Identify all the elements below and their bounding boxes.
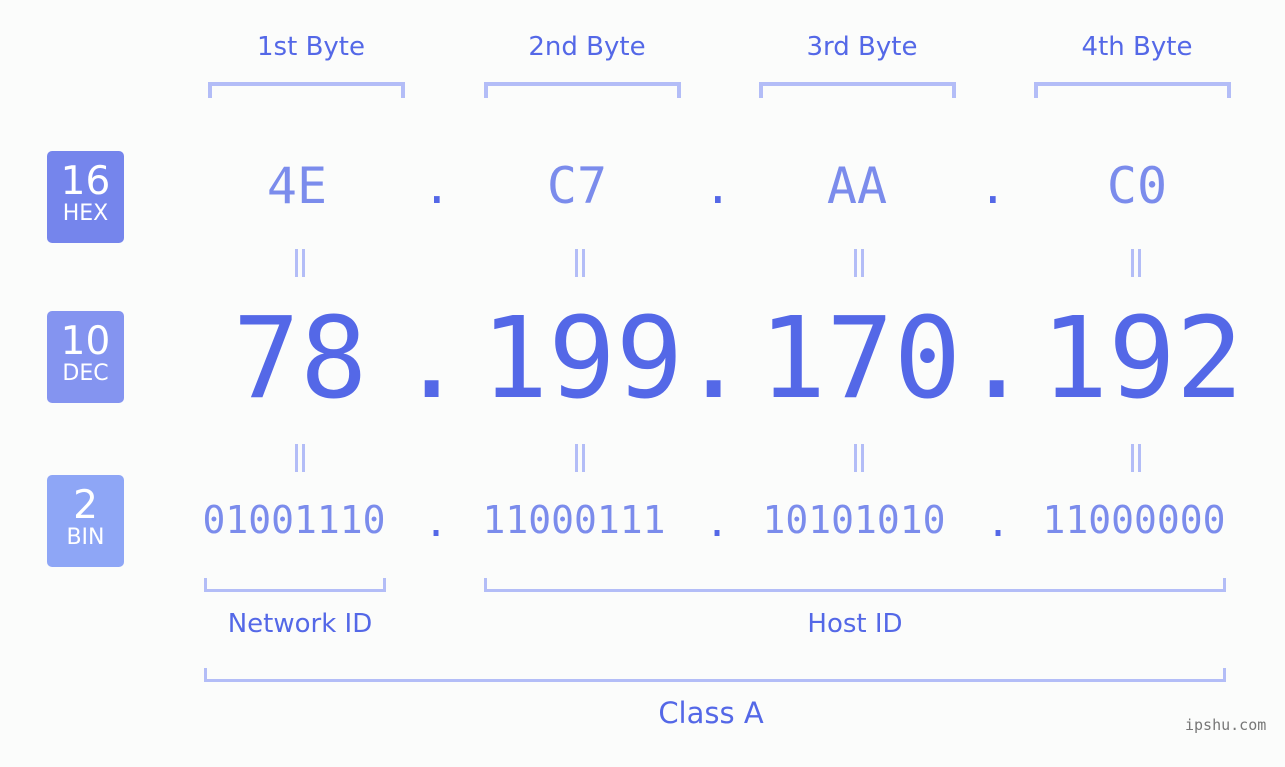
- byte-bracket-4: [1034, 82, 1231, 98]
- byte-bracket-1: [208, 82, 405, 98]
- equals-icon: [839, 441, 879, 481]
- bin-byte-2: 11000111: [482, 498, 666, 542]
- dec-byte-4: 192: [1040, 294, 1244, 424]
- hex-separator-3: .: [979, 160, 1007, 214]
- hex-byte-3: AA: [826, 157, 888, 215]
- dec-badge-base: 10: [60, 319, 111, 364]
- bin-byte-3: 10101010: [762, 498, 946, 542]
- equals-icon: [560, 246, 600, 286]
- host-id-label: Host ID: [807, 609, 903, 639]
- hex-separator-2: .: [704, 160, 732, 214]
- bin-badge-base: 2: [73, 483, 98, 528]
- bin-byte-1: 01001110: [202, 498, 386, 542]
- hex-badge-base: 16: [60, 159, 111, 204]
- equals-icon: [280, 246, 320, 286]
- byte-header-3: 3rd Byte: [806, 32, 918, 62]
- watermark: ipshu.com: [1185, 716, 1267, 734]
- byte-bracket-3: [759, 82, 956, 98]
- class-bracket: [204, 668, 1226, 682]
- hex-badge: 16 HEX: [47, 151, 124, 243]
- equals-icon: [1116, 246, 1156, 286]
- network-id-bracket: [204, 578, 386, 592]
- host-id-bracket: [484, 578, 1226, 592]
- dec-byte-1: 78: [232, 294, 368, 424]
- bin-badge-label: BIN: [66, 525, 105, 550]
- equals-icon: [560, 441, 600, 481]
- dec-byte-2: 199: [480, 294, 684, 424]
- class-label: Class A: [658, 696, 764, 730]
- bin-badge: 2 BIN: [47, 475, 124, 567]
- equals-icon: [1116, 441, 1156, 481]
- bin-byte-4: 11000000: [1042, 498, 1226, 542]
- equals-icon: [280, 441, 320, 481]
- equals-icon: [839, 246, 879, 286]
- hex-separator-1: .: [423, 160, 451, 214]
- hex-badge-label: HEX: [62, 201, 109, 226]
- dec-byte-3: 170: [758, 294, 962, 424]
- dec-badge-label: DEC: [62, 361, 109, 386]
- byte-header-1: 1st Byte: [257, 32, 365, 62]
- hex-byte-4: C0: [1106, 157, 1168, 215]
- byte-header-2: 2nd Byte: [528, 32, 646, 62]
- hex-byte-2: C7: [546, 157, 608, 215]
- network-id-label: Network ID: [227, 609, 373, 639]
- byte-header-4: 4th Byte: [1081, 32, 1193, 62]
- dec-badge: 10 DEC: [47, 311, 124, 403]
- hex-byte-1: 4E: [266, 157, 328, 215]
- byte-bracket-2: [484, 82, 681, 98]
